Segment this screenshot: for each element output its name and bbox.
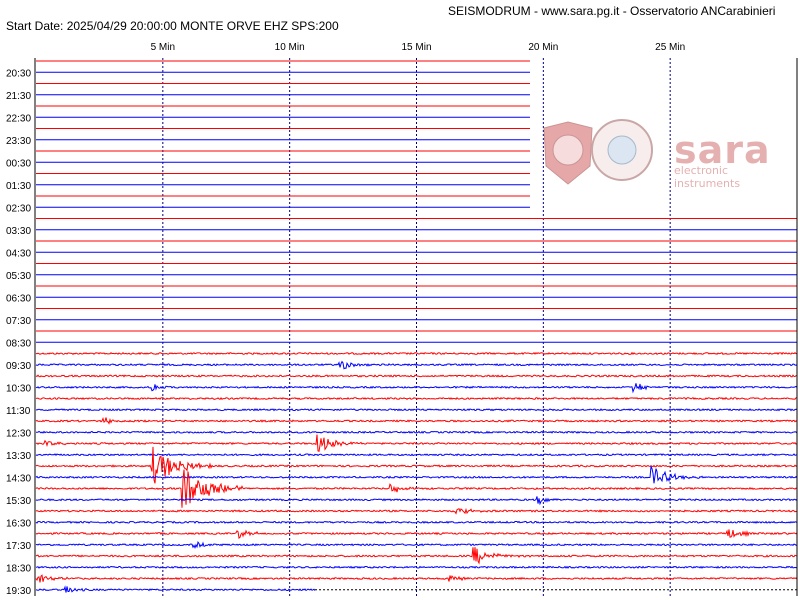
- hour-label: 00:30: [6, 158, 31, 169]
- hour-labels: 20:30 21:30 22:30 23:30 00:30 01:30 02:30 03:30…: [6, 68, 31, 597]
- x-tick-label: 5 Min: [151, 42, 175, 53]
- hour-label: 15:30: [6, 496, 31, 507]
- trace-41: [35, 507, 797, 515]
- hour-label: 05:30: [6, 271, 31, 282]
- hour-label: 11:30: [6, 406, 31, 417]
- x-tick-label: 20 Min: [528, 42, 558, 53]
- observatory-emblem-icon: [543, 119, 653, 185]
- trace-36: [35, 453, 798, 457]
- trace-47: [35, 574, 798, 583]
- hour-label: 13:30: [6, 451, 31, 462]
- seismogram-chart: 5 Min 10 Min 15 Min 20 Min 25 Min 20:30 21:30…: [6, 42, 798, 597]
- hour-label: 21:30: [6, 91, 31, 102]
- hour-label: 08:30: [6, 338, 31, 349]
- minute-tick-labels: 5 Min 10 Min 15 Min 20 Min 25 Min: [151, 42, 686, 53]
- hour-label: 12:30: [6, 428, 31, 439]
- hour-label: 18:30: [6, 563, 31, 574]
- hour-label: 01:30: [6, 181, 31, 192]
- hour-label: 16:30: [6, 518, 31, 529]
- hour-label: 04:30: [6, 248, 31, 259]
- hour-label: 19:30: [6, 586, 31, 597]
- trace-48: [35, 585, 316, 593]
- hour-label: 22:30: [6, 113, 31, 124]
- x-tick-label: 25 Min: [655, 42, 685, 53]
- x-tick-label: 15 Min: [401, 42, 431, 53]
- trace-46: [35, 565, 798, 569]
- hour-label: 10:30: [6, 383, 31, 394]
- hour-label: 06:30: [6, 293, 31, 304]
- trace-31: [35, 396, 798, 401]
- hour-label: 02:30: [6, 203, 31, 214]
- station-title: SEISMODRUM - www.sara.pg.it - Osservator…: [448, 4, 776, 18]
- trace-29: [35, 374, 798, 378]
- hour-label: 07:30: [6, 316, 31, 327]
- hour-label: 23:30: [6, 136, 31, 147]
- hour-label: 03:30: [6, 226, 31, 237]
- sara-logo-watermark: sara electronic instruments: [538, 114, 794, 192]
- hour-label: 17:30: [6, 541, 31, 552]
- x-tick-label: 10 Min: [275, 42, 305, 53]
- sara-tagline: electronic instruments: [674, 164, 741, 190]
- hour-label: 14:30: [6, 473, 31, 484]
- start-date-label: Start Date: 2025/04/29 20:00:00 MONTE OR…: [6, 19, 339, 33]
- hour-label: 20:30: [6, 68, 31, 79]
- hour-label: 09:30: [6, 361, 31, 372]
- trace-42: [35, 520, 798, 524]
